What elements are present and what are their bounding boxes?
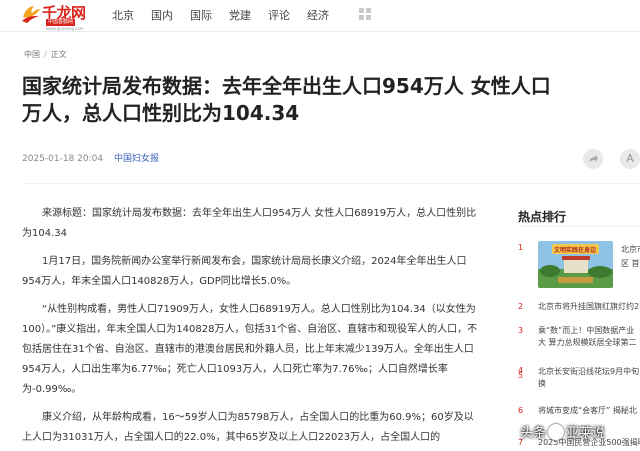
rank-number: 3 bbox=[518, 326, 524, 335]
font-size-label: A bbox=[626, 152, 634, 165]
article-title-line-2: 万人，总人口性别比为104.34 bbox=[22, 101, 300, 125]
font-size-icon[interactable]: A bbox=[620, 149, 640, 169]
logo-subtitle: 中国首都网 bbox=[46, 19, 76, 26]
rank-number: 1 bbox=[518, 243, 524, 252]
nav-item-international[interactable]: 国际 bbox=[190, 7, 212, 23]
breadcrumb-current: 正文 bbox=[50, 50, 67, 59]
toutiao-watermark: 头条 亚莱说 bbox=[520, 422, 605, 442]
hot-news-item-3-line-2[interactable]: 大 算力总规模跃居全球第二 bbox=[538, 337, 640, 349]
rank-number: 2 bbox=[518, 302, 524, 311]
nav-item-economy[interactable]: 经济 bbox=[307, 7, 329, 23]
hot-news-item-5[interactable]: 北京长安街沿线花坛9月中旬 bbox=[538, 366, 640, 378]
share-arrow-icon bbox=[589, 155, 598, 162]
article-paragraph: “从性别构成看，男性人口71909万人，女性人口68919万人。总人口性别比为1… bbox=[22, 304, 478, 395]
breadcrumb-home[interactable]: 中国 bbox=[24, 50, 40, 59]
breadcrumb: 中国 / 正文 bbox=[24, 49, 67, 60]
share-icon[interactable] bbox=[583, 149, 603, 169]
breadcrumb-separator: / bbox=[44, 50, 47, 59]
article-meta: 2025-01-18 20:04 中国妇女报 bbox=[22, 151, 159, 164]
hot-news-text: 区 首篇 bbox=[621, 259, 640, 268]
nav-item-domestic[interactable]: 国内 bbox=[151, 7, 173, 23]
article-paragraph: 来源标题：国家统计局发布数据：去年全年出生人口954万人 女性人口68919万人… bbox=[22, 208, 477, 239]
rank-number: 6 bbox=[518, 406, 524, 415]
publish-date: 2025-01-18 20:04 bbox=[22, 154, 104, 164]
sidebar-divider bbox=[518, 226, 640, 227]
article-paragraph: 1月17日，国务院新闻办公室举行新闻发布会，国家统计局局长康义介绍，2024年全… bbox=[22, 256, 467, 287]
watermark-at-icon bbox=[548, 424, 565, 440]
hot-news-item-6[interactable]: 将城市变成“会客厅” 揭秘北 bbox=[538, 405, 640, 417]
hot-news-item-5-line-2[interactable]: 换 bbox=[538, 378, 640, 390]
hot-news-item-1[interactable]: 北京市 区 首篇 bbox=[621, 243, 640, 271]
thumbnail-caption: 文明实践在身边 bbox=[554, 247, 597, 254]
header-divider bbox=[22, 183, 640, 184]
hot-ranking-title: 热点排行 bbox=[518, 210, 567, 224]
article-body: 来源标题：国家统计局发布数据：去年全年出生人口954万人 女性人口68919万人… bbox=[22, 204, 482, 451]
article-paragraph: 康义介绍，从年龄构成看，16～59岁人口为85798万人，占全国人口的比重为60… bbox=[22, 412, 474, 443]
hot-news-item-3[interactable]: 乘“数”而上！中国数据产业 bbox=[538, 325, 640, 337]
hot-news-item-2[interactable]: 北京市将升挂国旗红旗灯约23万 bbox=[538, 301, 640, 313]
article-source[interactable]: 中国妇女报 bbox=[114, 154, 159, 164]
watermark-name: 亚莱说 bbox=[566, 426, 606, 441]
article-title-line-1: 国家统计局发布数据：去年全年出生人口954万人 女性人口 bbox=[22, 74, 551, 98]
site-logo[interactable]: 千龙网 中国首都网 www.qianlong.com bbox=[20, 2, 92, 31]
top-nav: 千龙网 中国首都网 www.qianlong.com 北京 国内 国际 党建 评… bbox=[0, 0, 640, 32]
nav-item-party[interactable]: 党建 bbox=[229, 7, 251, 23]
hot-news-thumbnail[interactable]: 文明实践在身边 bbox=[538, 241, 613, 288]
nav-item-commentary[interactable]: 评论 bbox=[268, 7, 290, 23]
logo-url: www.qianlong.com bbox=[46, 26, 84, 31]
more-menu-grid-icon[interactable] bbox=[359, 8, 371, 20]
logo-mark-icon bbox=[22, 6, 40, 23]
article-title: 国家统计局发布数据：去年全年出生人口954万人 女性人口 万人，总人口性别比为1… bbox=[22, 73, 640, 127]
hot-news-text: 北京市 bbox=[621, 245, 640, 254]
watermark-prefix: 头条 bbox=[520, 426, 547, 441]
nav-item-beijing[interactable]: 北京 bbox=[112, 7, 134, 23]
rank-number: 5 bbox=[518, 371, 524, 380]
